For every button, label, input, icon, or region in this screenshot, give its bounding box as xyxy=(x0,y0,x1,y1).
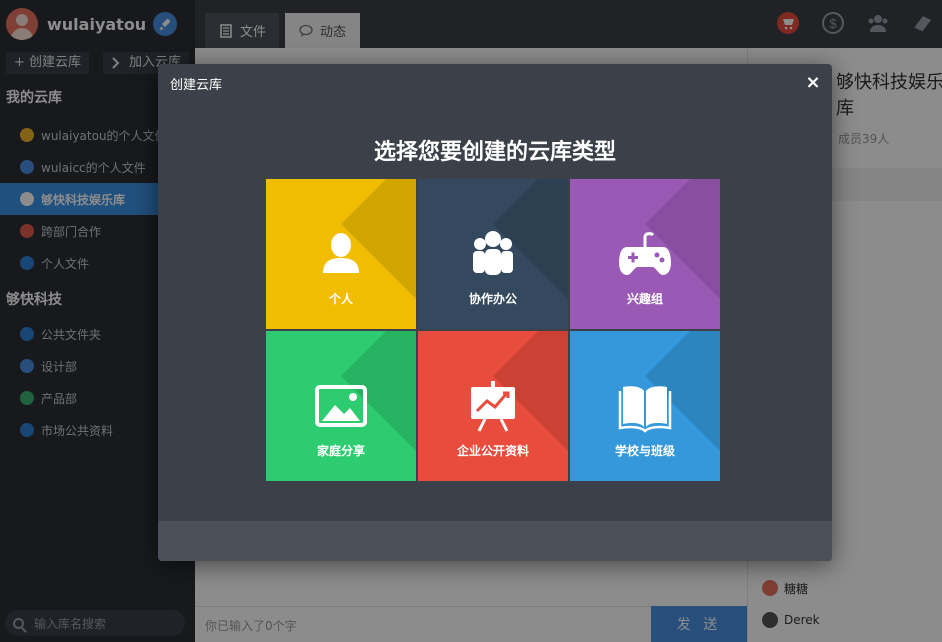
tile-personal[interactable]: 个人 xyxy=(266,179,416,329)
tile-family-share[interactable]: 家庭分享 xyxy=(266,331,416,481)
tile-label: 兴趣组 xyxy=(626,292,663,306)
tile-school-class[interactable]: 学校与班级 xyxy=(570,331,720,481)
presentation-icon xyxy=(471,381,515,432)
person-icon xyxy=(323,233,359,273)
dialog-footer xyxy=(158,521,832,561)
tile-enterprise-docs[interactable]: 企业公开资料 xyxy=(418,331,568,481)
close-icon[interactable]: × xyxy=(804,74,822,92)
dialog-heading: 选择您要创建的云库类型 xyxy=(373,140,616,165)
tile-collaboration[interactable]: 协作办公 xyxy=(418,179,568,329)
create-library-dialog: 创建云库 × 选择您要创建的云库类型 个人 协作办公 兴趣组 家庭分享 企业公开… xyxy=(158,64,832,561)
dialog-header: 创建云库 xyxy=(170,78,223,93)
gamepad-icon xyxy=(619,232,671,275)
tile-label: 家庭分享 xyxy=(316,444,365,458)
tile-interest-group[interactable]: 兴趣组 xyxy=(570,179,720,329)
picture-icon xyxy=(315,385,367,427)
library-type-grid: 个人 协作办公 兴趣组 家庭分享 企业公开资料 学校与班级 xyxy=(266,179,720,481)
tile-label: 企业公开资料 xyxy=(456,444,529,458)
open-book-icon xyxy=(618,386,672,433)
group-icon xyxy=(473,231,513,275)
tile-label: 学校与班级 xyxy=(614,444,675,458)
tile-label: 个人 xyxy=(328,292,353,306)
tile-label: 协作办公 xyxy=(468,292,517,306)
